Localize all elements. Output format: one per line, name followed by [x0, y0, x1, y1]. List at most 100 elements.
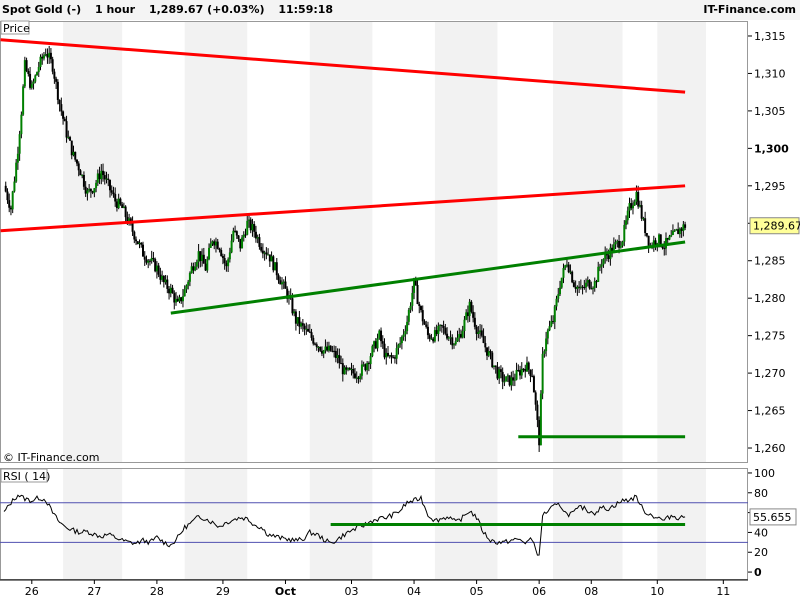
candle-body — [597, 266, 600, 282]
candle-body — [301, 323, 304, 326]
price-tick-label: 1,270 — [754, 367, 786, 380]
candle-body — [93, 188, 96, 193]
candle-body — [272, 256, 275, 271]
candle-body — [512, 377, 515, 381]
x-tick-label: 06 — [532, 585, 546, 598]
candle-body — [515, 369, 518, 380]
candle-body — [268, 254, 271, 262]
candle-body — [294, 311, 297, 324]
candle-body — [618, 240, 621, 248]
candle-body — [279, 280, 282, 285]
candle-body — [91, 191, 94, 193]
candle-body — [282, 281, 285, 283]
candle-body — [454, 341, 457, 345]
candle-body — [183, 289, 186, 297]
x-tick-label: 29 — [216, 585, 230, 598]
candle-body — [8, 200, 11, 208]
last-price-label: 1,289.67 — [753, 220, 800, 233]
candle-body — [46, 54, 49, 58]
candle-body — [501, 371, 504, 382]
candle-body — [100, 170, 103, 180]
candle-body — [324, 346, 327, 351]
candle-body — [298, 317, 301, 327]
candle-body — [628, 203, 631, 211]
candle-body — [142, 244, 144, 257]
candle-body — [315, 344, 318, 348]
x-tick-label: 03 — [345, 585, 359, 598]
candle-body — [553, 306, 556, 323]
candle-body — [230, 240, 233, 253]
day-shade — [63, 468, 123, 580]
rsi-tick-label: 20 — [754, 546, 768, 559]
candle-body — [642, 218, 645, 220]
candle-body — [453, 344, 456, 346]
candle-body — [564, 265, 567, 269]
candle-body — [645, 233, 648, 236]
price-tick-label: 1,285 — [754, 255, 786, 268]
candle-body — [16, 153, 19, 163]
candle-body — [37, 67, 40, 73]
candle-body — [437, 326, 440, 335]
candle-body — [373, 341, 376, 347]
rsi-panel-label: RSI ( 14) — [3, 470, 50, 483]
candle-body — [152, 257, 155, 260]
candle-body — [178, 297, 181, 302]
candle-body — [644, 218, 647, 234]
candle-body — [225, 263, 228, 267]
candle-body — [663, 248, 666, 250]
candle-body — [479, 330, 482, 333]
candle-body — [359, 375, 362, 380]
candle-body — [247, 219, 250, 221]
candle-body — [548, 326, 551, 331]
candle-body — [201, 254, 204, 261]
price-tick-label: 1,295 — [754, 180, 786, 193]
candle-body — [362, 364, 365, 366]
candle-body — [115, 201, 118, 209]
candle-body — [534, 392, 537, 405]
candle-body — [202, 254, 205, 264]
candle-body — [593, 281, 596, 288]
candle-body — [249, 219, 252, 231]
candle-body — [121, 204, 124, 208]
candle-body — [277, 275, 280, 281]
candle-body — [138, 242, 141, 245]
candle-body — [381, 341, 384, 344]
candle-body — [327, 345, 330, 351]
x-tick-label: 08 — [584, 585, 598, 598]
candle-body — [670, 235, 673, 237]
candle-body — [619, 245, 622, 248]
price-tick-label: 1,265 — [754, 405, 786, 418]
candle-body — [550, 321, 553, 327]
candle-body — [199, 251, 202, 261]
candle-body — [588, 280, 591, 289]
candle-body — [265, 252, 268, 255]
candle-body — [623, 224, 626, 242]
candle-body — [451, 337, 454, 346]
candle-body — [565, 264, 568, 266]
candle-body — [303, 325, 306, 330]
candle-body — [110, 190, 113, 193]
candle-body — [107, 178, 110, 180]
candle-body — [65, 121, 68, 138]
candle-body — [430, 338, 433, 340]
candle-body — [98, 173, 101, 180]
candle-body — [482, 335, 485, 344]
candle-body — [492, 365, 495, 368]
candle-body — [88, 188, 91, 191]
candle-body — [204, 263, 207, 271]
candle-body — [494, 365, 497, 368]
candle-body — [70, 140, 73, 156]
candle-body — [239, 238, 242, 249]
candle-body — [181, 296, 184, 302]
candle-body — [406, 321, 409, 332]
candle-body — [444, 327, 447, 334]
candle-body — [261, 250, 264, 254]
candle-body — [499, 369, 502, 372]
candle-body — [154, 259, 157, 272]
candle-body — [334, 350, 337, 358]
candle-body — [169, 287, 172, 294]
candle-body — [36, 72, 39, 76]
candle-body — [305, 328, 308, 330]
candle-body — [22, 86, 25, 115]
candle-body — [647, 235, 650, 246]
